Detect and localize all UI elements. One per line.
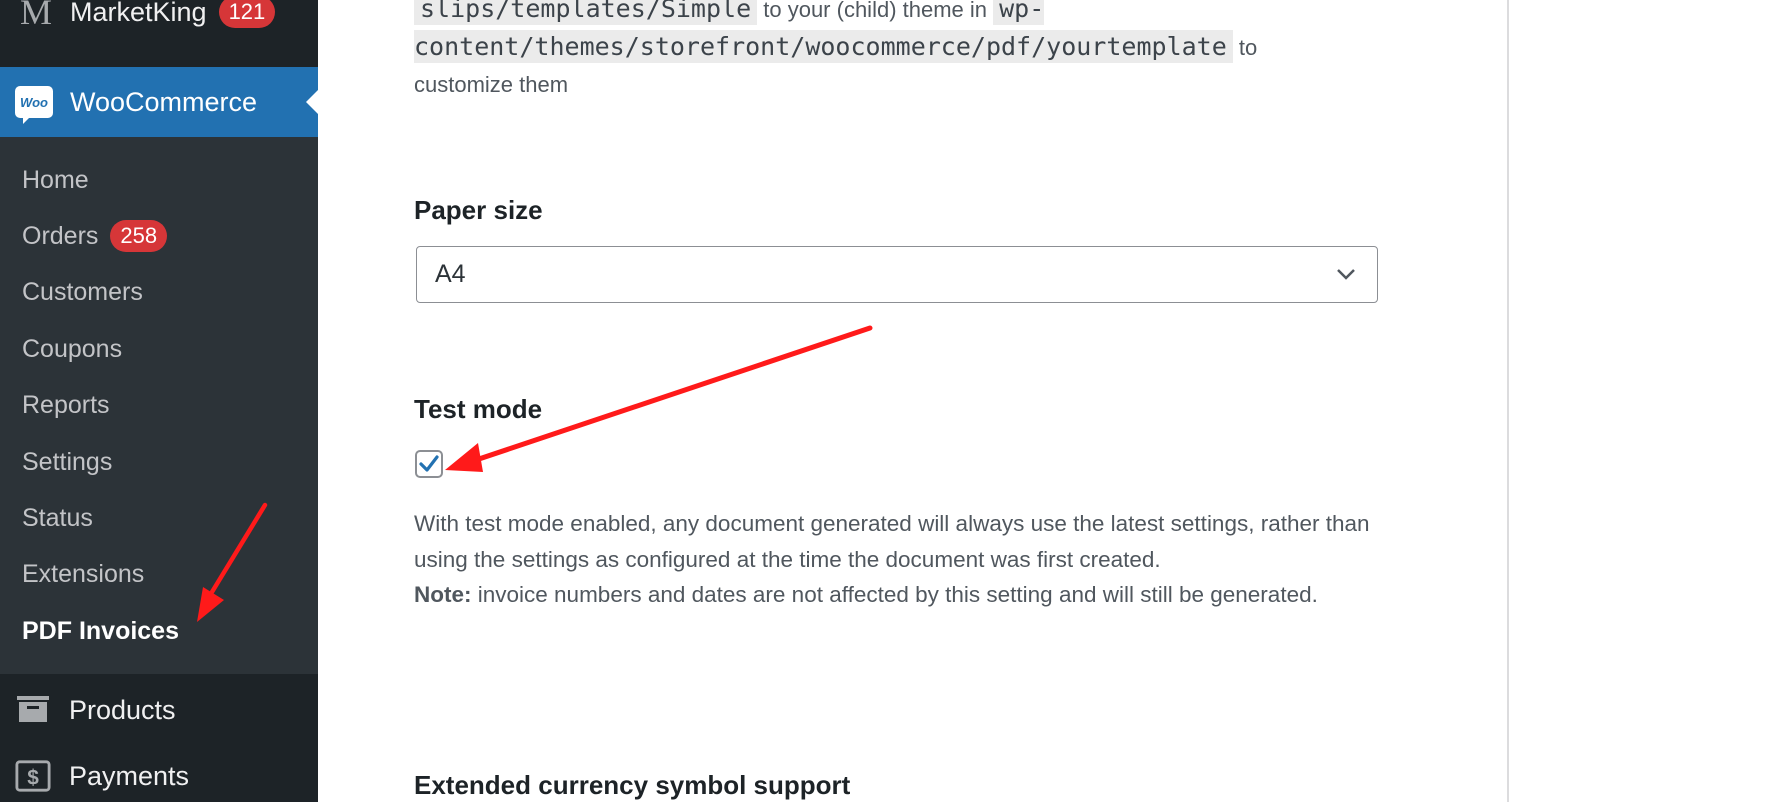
menu-item-label: Products <box>69 694 176 725</box>
admin-sidebar: M MarketKing 121 Woo WooCommerce Home Or… <box>0 0 318 802</box>
submenu-label: Customers <box>22 277 143 306</box>
submenu-label: Status <box>22 503 93 532</box>
test-mode-description: With test mode enabled, any document gen… <box>414 506 1374 613</box>
woocommerce-submenu: Home Orders 258 Customers Coupons Reports… <box>0 137 318 674</box>
code-path: slips/templates/Simple <box>414 0 758 25</box>
menu-item-payments[interactable]: $ Payments <box>0 755 318 797</box>
selected-value: A4 <box>435 260 466 288</box>
menu-item-label: MarketKing <box>70 0 207 27</box>
menu-item-label: WooCommerce <box>70 86 258 117</box>
extended-currency-label: Extended currency symbol support <box>414 770 851 800</box>
content-divider <box>1507 0 1509 802</box>
submenu-label: Orders <box>22 221 99 250</box>
submenu-item-settings[interactable]: Settings <box>22 442 112 482</box>
svg-text:$: $ <box>27 767 39 790</box>
submenu-item-reports[interactable]: Reports <box>22 385 110 425</box>
submenu-label: Settings <box>22 447 113 476</box>
menu-item-woocommerce[interactable]: Woo WooCommerce <box>0 67 318 137</box>
current-menu-pointer <box>306 90 318 114</box>
test-mode-label: Test mode <box>414 394 543 424</box>
menu-item-products[interactable]: Products <box>0 689 318 731</box>
submenu-item-orders[interactable]: Orders 258 <box>22 216 168 256</box>
note-text: invoice numbers and dates are not affect… <box>471 582 1318 607</box>
chevron-down-icon <box>1335 263 1357 292</box>
test-mode-checkbox[interactable] <box>415 450 443 478</box>
submenu-item-extensions[interactable]: Extensions <box>22 554 144 594</box>
submenu-item-coupons[interactable]: Coupons <box>22 329 122 369</box>
orders-count-badge: 258 <box>110 220 168 252</box>
template-instructions: slips/templates/Simple to your (child) t… <box>414 0 1314 103</box>
submenu-item-pdf-invoices[interactable]: PDF Invoices <box>22 611 179 651</box>
submenu-label: Extensions <box>22 559 145 588</box>
submenu-item-customers[interactable]: Customers <box>22 272 143 312</box>
archive-box-icon <box>15 694 51 726</box>
menu-item-marketking[interactable]: M MarketKing 121 <box>0 0 318 32</box>
note-label: Note: <box>414 582 472 607</box>
submenu-item-status[interactable]: Status <box>22 498 93 538</box>
marketking-logo-icon: M <box>19 0 52 32</box>
description-text: With test mode enabled, any document gen… <box>414 511 1370 572</box>
dollar-icon: $ <box>15 760 51 792</box>
paper-size-label: Paper size <box>414 195 543 225</box>
checkmark-icon <box>419 455 439 472</box>
submenu-label: Coupons <box>22 334 123 363</box>
woocommerce-logo-icon: Woo <box>15 86 53 124</box>
submenu-label: Reports <box>22 390 110 419</box>
menu-item-label: Payments <box>69 760 190 791</box>
instruction-text: to your (child) theme in <box>757 0 994 22</box>
submenu-label: Home <box>22 165 89 194</box>
paper-size-select[interactable]: A4 <box>416 246 1378 303</box>
submenu-item-home[interactable]: Home <box>22 160 89 200</box>
submenu-label: PDF Invoices <box>22 616 179 645</box>
notification-badge: 121 <box>218 0 276 28</box>
